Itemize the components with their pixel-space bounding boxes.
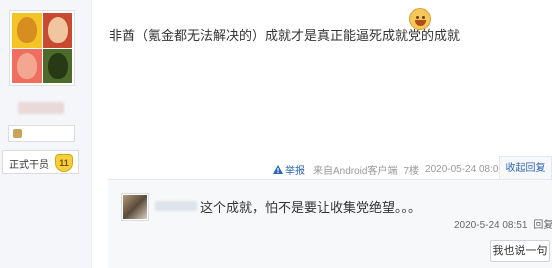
- warning-icon: [273, 164, 283, 174]
- reply-username-blurred[interactable]: [155, 201, 197, 211]
- badge-icon: [13, 129, 22, 138]
- post-content: 非酋（氪金都无法解决的）成就才是真正能逼死成就党的成就: [109, 28, 461, 43]
- collapse-replies-button[interactable]: 收起回复: [499, 156, 552, 180]
- reply-avatar[interactable]: [121, 193, 149, 221]
- author-sidebar: 正式干员 11: [0, 0, 92, 268]
- reply-datetime: 2020-5-24 08:51: [454, 220, 528, 231]
- floor-number: 7楼: [403, 165, 420, 177]
- post-datetime: 2020-05-24 08:07: [425, 163, 504, 175]
- report-label: 举报: [285, 165, 305, 177]
- post-main: 非酋（氪金都无法解决的）成就才是真正能逼死成就党的成就 举报 来自Android…: [93, 0, 552, 268]
- grinning-face-icon: [409, 8, 431, 30]
- level-badge: 11: [55, 154, 73, 172]
- member-title: 正式干员: [9, 160, 49, 171]
- add-comment-button[interactable]: 我也说一句: [490, 240, 550, 262]
- client-source: 来自Android客户端: [313, 165, 398, 177]
- reply-link[interactable]: 回复: [533, 220, 552, 231]
- reply-text: 这个成就，怕不是要让收集党绝望。。。: [200, 200, 422, 215]
- post-tail: 举报 来自Android客户端 7楼 2020-05-24 08:07: [273, 162, 504, 177]
- reply-meta: 2020-5-24 08:51 回复: [454, 216, 552, 231]
- report-link[interactable]: 举报: [273, 162, 305, 177]
- avatar[interactable]: [9, 10, 75, 86]
- avatar-image: [12, 13, 72, 83]
- user-badge-box[interactable]: [8, 125, 75, 142]
- username-blurred[interactable]: [18, 102, 64, 114]
- reply-panel: 这个成就，怕不是要让收集党绝望。。。 2020-5-24 08:51 回复 我也说…: [108, 179, 552, 268]
- member-title-box[interactable]: 正式干员 11: [2, 150, 79, 174]
